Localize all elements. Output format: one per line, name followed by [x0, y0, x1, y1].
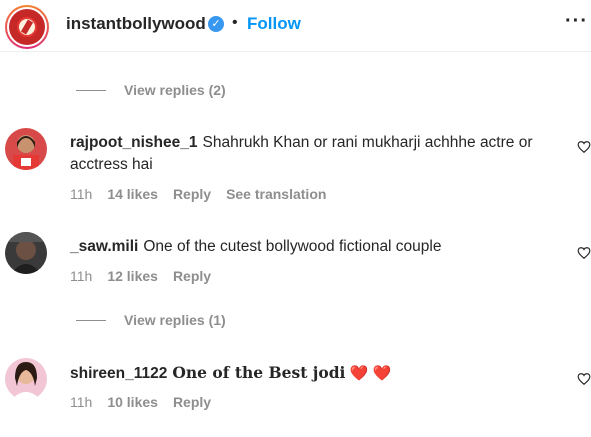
see-translation-button[interactable]: See translation [226, 186, 326, 202]
view-replies-row[interactable]: View replies (1) [76, 310, 226, 330]
heart-emoji-icon: ❤️ ❤️ [349, 365, 392, 382]
like-heart-icon[interactable] [577, 372, 591, 386]
verified-badge-icon: ✓ [208, 16, 224, 32]
comment-time: 11h [70, 394, 93, 410]
commenter-avatar[interactable] [5, 232, 47, 274]
comment-likes[interactable]: 12 likes [107, 268, 158, 284]
comment-text: rajpoot_nishee_1 Shahrukh Khan or rani mu… [70, 132, 565, 176]
comment-likes[interactable]: 10 likes [107, 394, 158, 410]
comment-meta: 11h 14 likes Reply See translation [70, 186, 326, 202]
comment-time: 11h [70, 268, 93, 284]
comment-item: rajpoot_nishee_1 Shahrukh Khan or rani mu… [0, 128, 591, 208]
comment-text: shireen_1122 One of the Best jodi ❤️ ❤️ [70, 362, 565, 385]
comment-item: shireen_1122 One of the Best jodi ❤️ ❤️ 1… [0, 358, 591, 418]
view-replies-row[interactable]: View replies (2) [76, 80, 226, 100]
replies-divider [76, 319, 106, 321]
instantbollywood-logo [9, 9, 45, 45]
reply-button[interactable]: Reply [173, 394, 211, 410]
separator-dot: • [232, 14, 238, 31]
view-replies-button[interactable]: View replies (1) [124, 312, 226, 328]
comment-meta: 11h 12 likes Reply [70, 268, 211, 284]
like-heart-icon[interactable] [577, 140, 591, 154]
view-replies-button[interactable]: View replies (2) [124, 82, 226, 98]
like-heart-icon[interactable] [577, 246, 591, 260]
profile-username[interactable]: instantbollywood [66, 14, 206, 34]
comment-content: One of the cutest bollywood fictional co… [143, 238, 442, 255]
more-options-icon[interactable]: ··· [565, 10, 588, 33]
comment-likes[interactable]: 14 likes [107, 186, 158, 202]
profile-avatar[interactable] [5, 5, 49, 49]
comment-meta: 11h 10 likes Reply [70, 394, 211, 410]
comment-username[interactable]: shireen_1122 [70, 365, 167, 382]
reply-button[interactable]: Reply [173, 186, 211, 202]
follow-button[interactable]: Follow [247, 14, 301, 34]
post-header: instantbollywood ✓ • Follow ··· [0, 0, 591, 52]
comment-text: _saw.mili One of the cutest bollywood fic… [70, 236, 565, 258]
reply-button[interactable]: Reply [173, 268, 211, 284]
comment-content: One of the Best jodi [172, 363, 346, 382]
comment-username[interactable]: _saw.mili [70, 238, 138, 255]
comment-item: _saw.mili One of the cutest bollywood fic… [0, 232, 591, 292]
replies-divider [76, 89, 106, 91]
comment-username[interactable]: rajpoot_nishee_1 [70, 134, 198, 151]
commenter-avatar[interactable] [5, 128, 47, 170]
comment-time: 11h [70, 186, 93, 202]
commenter-avatar[interactable] [5, 358, 47, 400]
